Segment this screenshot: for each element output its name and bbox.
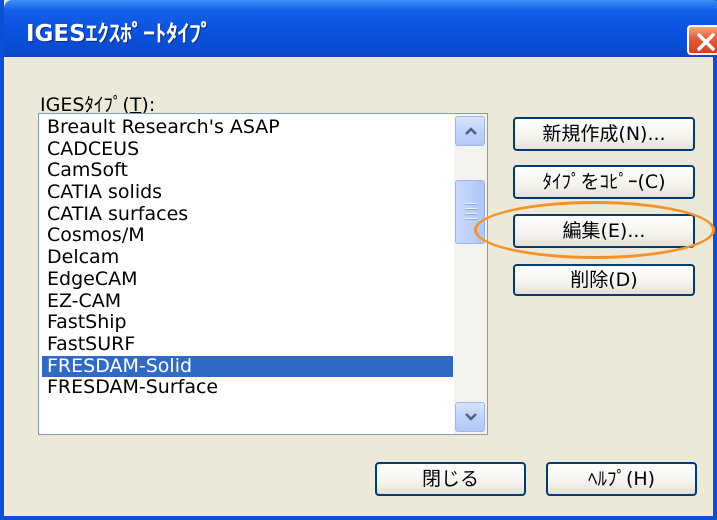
grip-line [465,213,477,215]
list-item[interactable]: EZ-CAM [39,291,453,313]
close-dialog-button-label: 閉じる [421,468,479,490]
close-button[interactable] [687,25,717,55]
help-button[interactable]: ﾍﾙﾌﾟ(H) [546,462,697,496]
list-item[interactable]: Breault Research's ASAP [39,117,453,139]
scroll-down-button[interactable] [455,402,485,432]
list-item[interactable]: EdgeCAM [39,269,453,291]
list-item[interactable]: FastShip [39,312,453,334]
copy-type-button[interactable]: ﾀｲﾌﾟをｺﾋﾟｰ(C) [513,165,695,199]
grip-line [465,218,477,220]
new-button-label: 新規作成(N)... [542,123,666,145]
scroll-up-button[interactable] [455,116,485,146]
list-item[interactable]: CamSoft [39,160,453,182]
delete-button[interactable]: 削除(D) [513,264,695,296]
list-item[interactable]: CATIA surfaces [39,204,453,226]
grip-line [465,208,477,210]
window-title: IGESｴｸｽﾎﾟｰﾄﾀｲﾌﾟ [26,21,213,47]
list-items: Breault Research's ASAP CADCEUS CamSoft … [39,117,453,399]
edit-button-label: 編集(E)... [562,220,646,242]
grip-line [465,203,477,205]
scroll-thumb[interactable] [455,180,485,244]
iges-type-listbox[interactable]: Breault Research's ASAP CADCEUS CamSoft … [38,113,488,435]
list-item-selected[interactable]: FRESDAM-Solid [42,355,453,378]
list-item[interactable]: FastSURF [39,334,453,356]
vertical-scrollbar[interactable] [454,114,487,434]
help-button-label: ﾍﾙﾌﾟ(H) [587,468,656,490]
list-item[interactable]: Delcam [39,247,453,269]
close-dialog-button[interactable]: 閉じる [375,462,526,496]
copy-type-button-label: ﾀｲﾌﾟをｺﾋﾟｰ(C) [542,171,666,193]
title-bar[interactable]: IGESｴｸｽﾎﾟｰﾄﾀｲﾌﾟ [4,0,717,57]
list-item[interactable]: FRESDAM-Surface [39,377,453,399]
edit-button[interactable]: 編集(E)... [513,214,695,248]
list-item[interactable]: CATIA solids [39,182,453,204]
delete-button-label: 削除(D) [570,269,638,291]
new-button[interactable]: 新規作成(N)... [513,117,695,151]
list-item[interactable]: Cosmos/M [39,225,453,247]
list-item[interactable]: CADCEUS [39,139,453,161]
